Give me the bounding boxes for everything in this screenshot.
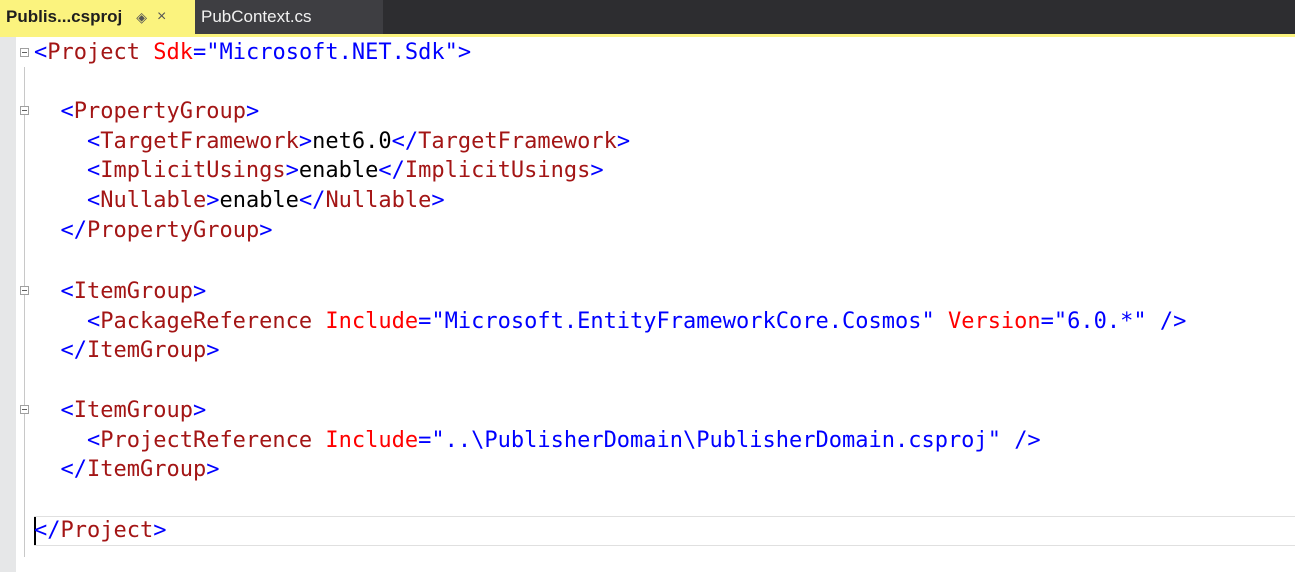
tab-label: PubContext.cs <box>201 7 312 26</box>
code-line-17[interactable]: </Project> <box>34 516 166 545</box>
outline-guide-project <box>24 67 25 557</box>
code-line-14[interactable]: <ProjectReference Include="..\PublisherD… <box>34 426 1041 455</box>
code-line-11[interactable]: </ItemGroup> <box>34 336 220 365</box>
tab-publisherdata-csproj[interactable]: Publis...csproj ◈ × <box>0 0 195 34</box>
close-icon[interactable]: × <box>157 8 166 26</box>
code-line-1[interactable]: <Project Sdk="Microsoft.NET.Sdk"> <box>34 38 471 67</box>
code-line-9[interactable]: <ItemGroup> <box>34 277 207 306</box>
collapse-icon[interactable] <box>20 48 29 57</box>
collapse-icon[interactable] <box>20 405 29 414</box>
tab-label: Publis...csproj <box>6 7 123 26</box>
code-editor[interactable]: <Project Sdk="Microsoft.NET.Sdk"> <Prope… <box>0 37 1295 572</box>
document-tab-bar: Publis...csproj ◈ × PubContext.cs <box>0 0 1295 34</box>
code-line-7[interactable]: </PropertyGroup> <box>34 216 273 245</box>
code-line-10[interactable]: <PackageReference Include="Microsoft.Ent… <box>34 307 1186 336</box>
pin-icon[interactable]: ◈ <box>136 9 147 26</box>
code-line-4[interactable]: <TargetFramework>net6.0</TargetFramework… <box>34 127 630 156</box>
collapse-icon[interactable] <box>20 106 29 115</box>
editor-margin <box>0 37 16 572</box>
code-line-6[interactable]: <Nullable>enable</Nullable> <box>34 186 445 215</box>
code-line-5[interactable]: <ImplicitUsings>enable</ImplicitUsings> <box>34 156 604 185</box>
code-line-15[interactable]: </ItemGroup> <box>34 455 220 484</box>
code-line-13[interactable]: <ItemGroup> <box>34 396 207 425</box>
collapse-icon[interactable] <box>20 286 29 295</box>
tab-pubcontext-cs[interactable]: PubContext.cs <box>195 0 383 34</box>
current-line-highlight <box>34 516 1295 546</box>
code-line-3[interactable]: <PropertyGroup> <box>34 97 260 126</box>
